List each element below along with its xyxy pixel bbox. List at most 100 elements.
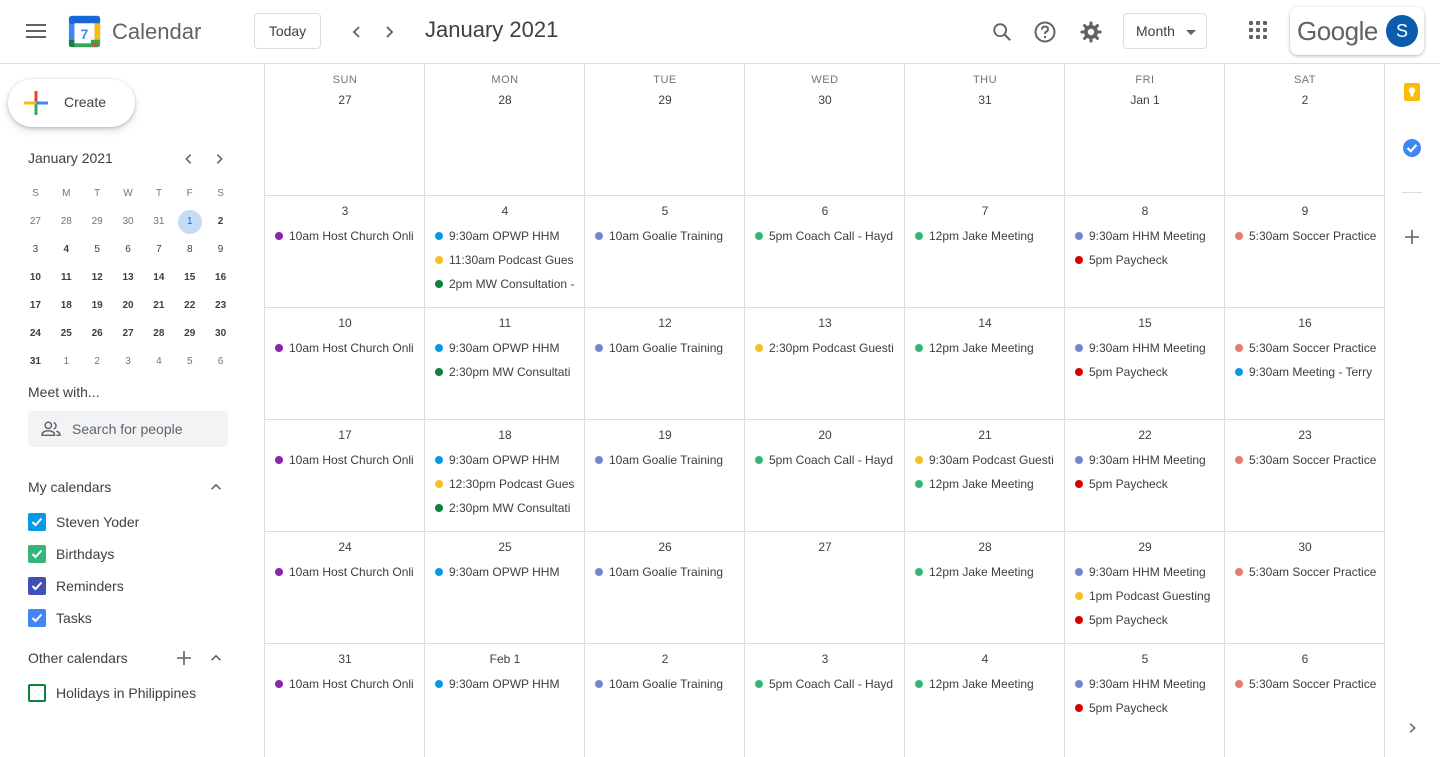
event-chip[interactable]: 9:30am HHM Meeting bbox=[1071, 674, 1221, 694]
day-cell[interactable]: 6 5:30am Soccer Practice bbox=[1225, 644, 1385, 757]
support-button[interactable] bbox=[1029, 16, 1061, 48]
day-number[interactable]: 5 bbox=[585, 204, 745, 218]
day-cell[interactable]: 20 5pm Coach Call - Hayd bbox=[745, 420, 905, 532]
calendar-checkbox[interactable] bbox=[28, 609, 46, 627]
day-cell[interactable]: 4 12pm Jake Meeting bbox=[905, 644, 1065, 757]
mini-calendar-next-button[interactable] bbox=[209, 149, 229, 169]
event-chip[interactable]: 10am Goalie Training bbox=[591, 226, 741, 246]
my-calendar-item[interactable]: Steven Yoder bbox=[28, 510, 139, 534]
day-cell[interactable]: SUN 27 bbox=[265, 64, 425, 196]
mini-calendar-day[interactable]: 3 bbox=[20, 238, 51, 262]
day-number[interactable]: 6 bbox=[1225, 652, 1385, 666]
today-button[interactable]: Today bbox=[254, 13, 321, 49]
mini-calendar-day[interactable]: 31 bbox=[143, 210, 174, 234]
day-cell[interactable]: 2 10am Goalie Training bbox=[585, 644, 745, 757]
mini-calendar-day[interactable]: 1 bbox=[51, 350, 82, 374]
calendar-checkbox[interactable] bbox=[28, 577, 46, 595]
day-cell[interactable]: 13 2:30pm Podcast Guesti bbox=[745, 308, 905, 420]
day-number[interactable]: 19 bbox=[585, 428, 745, 442]
mini-calendar-day[interactable]: 6 bbox=[113, 238, 144, 262]
other-calendars-collapse-button[interactable] bbox=[206, 648, 226, 668]
mini-calendar-day[interactable]: 29 bbox=[174, 322, 205, 346]
event-chip[interactable]: 5:30am Soccer Practice bbox=[1231, 674, 1381, 694]
day-cell[interactable]: TUE 29 bbox=[585, 64, 745, 196]
day-cell[interactable]: 12 10am Goalie Training bbox=[585, 308, 745, 420]
event-chip[interactable]: 9:30am HHM Meeting bbox=[1071, 338, 1221, 358]
event-chip[interactable]: 10am Host Church Onli bbox=[271, 450, 421, 470]
mini-calendar-day[interactable]: 25 bbox=[51, 322, 82, 346]
google-apps-icon[interactable] bbox=[1246, 18, 1270, 42]
day-number[interactable]: 20 bbox=[745, 428, 905, 442]
mini-calendar-day[interactable]: 23 bbox=[205, 294, 236, 318]
event-chip[interactable]: 2pm MW Consultation - bbox=[431, 274, 581, 294]
event-chip[interactable]: 12pm Jake Meeting bbox=[911, 674, 1061, 694]
day-number[interactable]: 10 bbox=[265, 316, 425, 330]
day-number[interactable]: 23 bbox=[1225, 428, 1385, 442]
day-cell[interactable]: 11 9:30am OPWP HHM 2:30pm MW Consultati bbox=[425, 308, 585, 420]
event-chip[interactable]: 10am Host Church Onli bbox=[271, 674, 421, 694]
mini-calendar-day[interactable]: 26 bbox=[82, 322, 113, 346]
search-people-input[interactable]: Search for people bbox=[28, 411, 228, 447]
event-chip[interactable]: 5pm Coach Call - Hayd bbox=[751, 450, 901, 470]
day-number[interactable]: Feb 1 bbox=[425, 652, 585, 666]
day-number[interactable]: 5 bbox=[1065, 652, 1225, 666]
event-chip[interactable]: 10am Host Church Onli bbox=[271, 226, 421, 246]
mini-calendar-day[interactable]: 3 bbox=[113, 350, 144, 374]
day-cell[interactable]: 9 5:30am Soccer Practice bbox=[1225, 196, 1385, 308]
day-cell[interactable]: 3 5pm Coach Call - Hayd bbox=[745, 644, 905, 757]
event-chip[interactable]: 9:30am OPWP HHM bbox=[431, 562, 581, 582]
day-number[interactable]: 24 bbox=[265, 540, 425, 554]
event-chip[interactable]: 10am Goalie Training bbox=[591, 450, 741, 470]
mini-calendar-day[interactable]: 6 bbox=[205, 350, 236, 374]
event-chip[interactable]: 10am Host Church Onli bbox=[271, 338, 421, 358]
mini-calendar-day[interactable]: 2 bbox=[205, 210, 236, 234]
event-chip[interactable]: 5:30am Soccer Practice bbox=[1231, 450, 1381, 470]
mini-calendar-day[interactable]: 11 bbox=[51, 266, 82, 290]
mini-calendar-day[interactable]: 7 bbox=[143, 238, 174, 262]
main-menu-icon[interactable] bbox=[24, 20, 48, 44]
event-chip[interactable]: 2:30pm MW Consultati bbox=[431, 362, 581, 382]
event-chip[interactable]: 10am Goalie Training bbox=[591, 562, 741, 582]
day-cell[interactable]: 27 bbox=[745, 532, 905, 644]
mini-calendar-day[interactable]: 4 bbox=[143, 350, 174, 374]
mini-calendar-day[interactable]: 27 bbox=[113, 322, 144, 346]
mini-calendar-day[interactable]: 18 bbox=[51, 294, 82, 318]
day-cell[interactable]: 5 9:30am HHM Meeting 5pm Paycheck bbox=[1065, 644, 1225, 757]
mini-calendar-day[interactable]: 5 bbox=[174, 350, 205, 374]
day-number[interactable]: 29 bbox=[585, 93, 745, 107]
create-event-button[interactable]: Create bbox=[8, 79, 135, 127]
other-calendar-item[interactable]: Holidays in Philippines bbox=[28, 681, 196, 705]
add-other-calendar-button[interactable] bbox=[174, 648, 194, 668]
day-number[interactable]: 28 bbox=[425, 93, 585, 107]
event-chip[interactable]: 11:30am Podcast Gues bbox=[431, 250, 581, 270]
my-calendar-item[interactable]: Birthdays bbox=[28, 542, 114, 566]
day-cell[interactable]: 30 5:30am Soccer Practice bbox=[1225, 532, 1385, 644]
mini-calendar-day[interactable]: 27 bbox=[20, 210, 51, 234]
day-cell[interactable]: 26 10am Goalie Training bbox=[585, 532, 745, 644]
get-addons-button[interactable] bbox=[1400, 225, 1424, 249]
day-number[interactable]: 27 bbox=[265, 93, 425, 107]
event-chip[interactable]: 10am Host Church Onli bbox=[271, 562, 421, 582]
day-number[interactable]: 3 bbox=[265, 204, 425, 218]
mini-calendar-day[interactable]: 1 bbox=[174, 210, 205, 234]
mini-calendar-day[interactable]: 22 bbox=[174, 294, 205, 318]
mini-calendar-day[interactable]: 20 bbox=[113, 294, 144, 318]
day-cell[interactable]: 23 5:30am Soccer Practice bbox=[1225, 420, 1385, 532]
mini-calendar-day[interactable]: 28 bbox=[143, 322, 174, 346]
day-cell[interactable]: 3 10am Host Church Onli bbox=[265, 196, 425, 308]
mini-calendar-day[interactable]: 31 bbox=[20, 350, 51, 374]
mini-calendar-day[interactable]: 10 bbox=[20, 266, 51, 290]
day-number[interactable]: 26 bbox=[585, 540, 745, 554]
day-cell[interactable]: 10 10am Host Church Onli bbox=[265, 308, 425, 420]
day-cell[interactable]: 28 12pm Jake Meeting bbox=[905, 532, 1065, 644]
mini-calendar-day[interactable]: 29 bbox=[82, 210, 113, 234]
event-chip[interactable]: 9:30am OPWP HHM bbox=[431, 674, 581, 694]
day-number[interactable]: 4 bbox=[905, 652, 1065, 666]
event-chip[interactable]: 9:30am HHM Meeting bbox=[1071, 450, 1221, 470]
day-cell[interactable]: 29 9:30am HHM Meeting 1pm Podcast Guesting… bbox=[1065, 532, 1225, 644]
view-switcher-dropdown[interactable]: Month bbox=[1123, 13, 1207, 49]
day-number[interactable]: 4 bbox=[425, 204, 585, 218]
event-chip[interactable]: 5pm Coach Call - Hayd bbox=[751, 226, 901, 246]
mini-calendar-day[interactable]: 30 bbox=[113, 210, 144, 234]
event-chip[interactable]: 1pm Podcast Guesting bbox=[1071, 586, 1221, 606]
